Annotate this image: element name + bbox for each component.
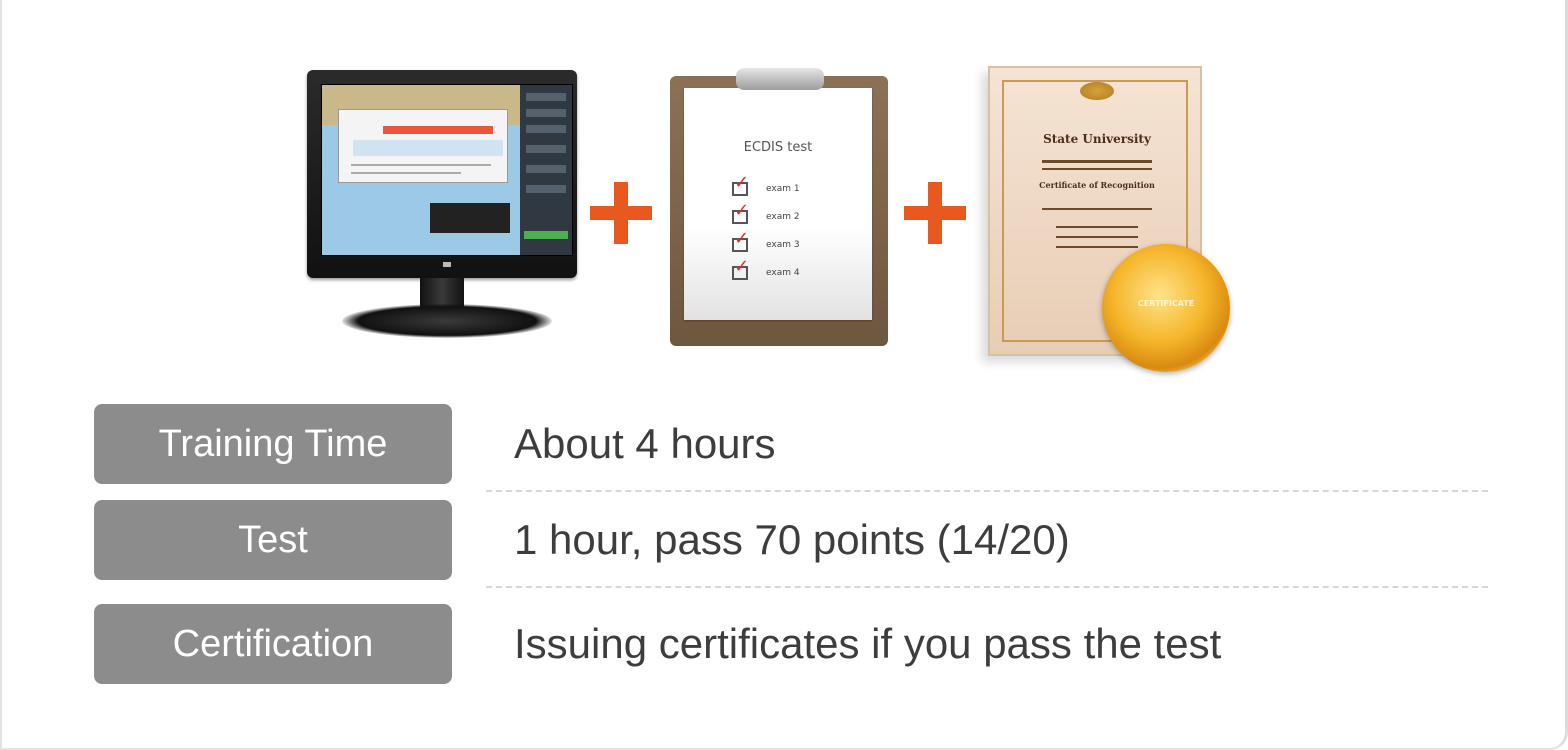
certificate-image: State University Certificate of Recognit… bbox=[962, 66, 1234, 372]
checkmark-icon: ✓ bbox=[734, 228, 750, 249]
row-divider bbox=[486, 586, 1488, 588]
clipboard-clip bbox=[736, 68, 824, 90]
checkmark-icon: ✓ bbox=[734, 200, 750, 221]
row-label: Certification bbox=[94, 604, 452, 684]
monitor-bezel bbox=[307, 70, 577, 278]
ornament-icon bbox=[1080, 82, 1114, 100]
screen-dialog bbox=[338, 109, 508, 183]
exam-item: ✓ exam 1 bbox=[732, 172, 800, 196]
row-value: Issuing certificates if you pass the tes… bbox=[514, 620, 1222, 667]
monitor-stand bbox=[342, 304, 552, 338]
plus-icon bbox=[904, 182, 966, 244]
checkmark-icon: ✓ bbox=[734, 172, 750, 193]
course-process-illustration: ECDIS test ✓ exam 1 ✓ exam 2 ✓ exam 3 ✓ … bbox=[2, 0, 1568, 380]
info-row-certification: Certification Issuing certificates if yo… bbox=[94, 604, 1488, 684]
test-sheet: ECDIS test ✓ exam 1 ✓ exam 2 ✓ exam 3 ✓ … bbox=[684, 88, 872, 320]
checkmark-icon: ✓ bbox=[734, 256, 750, 277]
certificate-heading: State University bbox=[1043, 132, 1151, 146]
test-sheet-title: ECDIS test bbox=[743, 140, 813, 155]
row-value: 1 hour, pass 70 points (14/20) bbox=[514, 516, 1070, 563]
info-row-test: Test 1 hour, pass 70 points (14/20) bbox=[94, 500, 1488, 588]
monitor-logo bbox=[443, 262, 451, 267]
row-label: Training Time bbox=[94, 404, 452, 484]
info-row-training-time: Training Time About 4 hours bbox=[94, 404, 1488, 492]
seal-text: CERTIFICATE bbox=[1137, 299, 1195, 308]
ecdis-screen bbox=[321, 84, 573, 256]
row-divider bbox=[486, 490, 1488, 492]
test-clipboard-image: ECDIS test ✓ exam 1 ✓ exam 2 ✓ exam 3 ✓ … bbox=[670, 68, 888, 346]
exam-item: ✓ exam 4 bbox=[732, 256, 800, 280]
certificate-subtitle: Certificate of Recognition bbox=[1039, 180, 1155, 190]
training-info-card: ECDIS test ✓ exam 1 ✓ exam 2 ✓ exam 3 ✓ … bbox=[0, 0, 1568, 750]
exam-item: ✓ exam 2 bbox=[732, 200, 800, 224]
exam-item: ✓ exam 3 bbox=[732, 228, 800, 252]
row-label: Test bbox=[94, 500, 452, 580]
ecdis-monitor-image bbox=[302, 70, 582, 350]
certificate-seal-icon: CERTIFICATE bbox=[1102, 244, 1230, 372]
row-value: About 4 hours bbox=[514, 420, 776, 467]
plus-icon bbox=[590, 182, 652, 244]
